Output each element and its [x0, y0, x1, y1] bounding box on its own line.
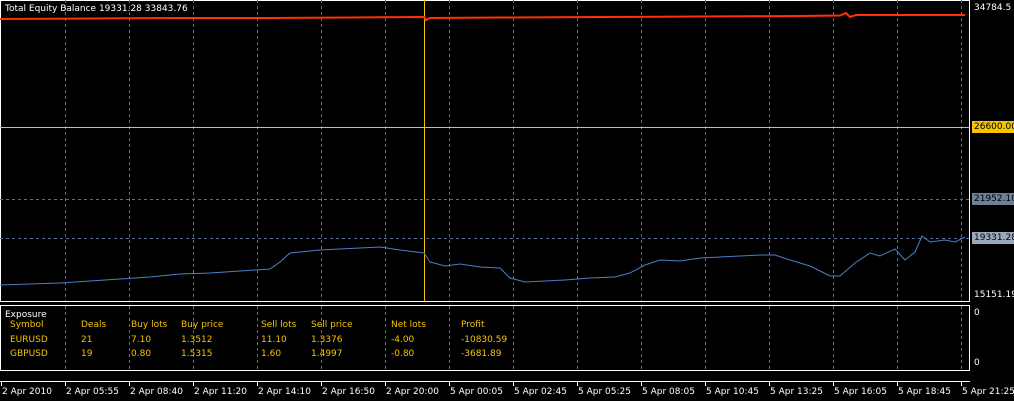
time-label: 2 Apr 05:55	[66, 387, 119, 397]
price-label-equity: 21952.10	[972, 193, 1014, 205]
exposure-row-1-col-1: 19	[81, 349, 93, 359]
equity-line	[0, 11, 965, 22]
exposure-row-0-col-2: 7.10	[131, 335, 152, 345]
time-label: 5 Apr 21:25	[962, 387, 1014, 397]
time-label: 5 Apr 16:05	[834, 387, 887, 397]
time-label: 2 Apr 14:10	[258, 387, 311, 397]
price-label-balance: 19331.28	[972, 232, 1014, 244]
exposure-row-1-col-6: -0.80	[391, 349, 415, 359]
time-label: 2 Apr 20:00	[386, 387, 439, 397]
exposure-header-col-0: Symbol	[10, 320, 44, 330]
time-label: 5 Apr 10:45	[706, 387, 759, 397]
time-label: 5 Apr 13:25	[770, 387, 823, 397]
time-label: 5 Apr 05:25	[578, 387, 631, 397]
exposure-row-1-col-4: 1.60	[261, 349, 282, 359]
exposure-row-1-col-3: 1.5315	[181, 349, 213, 359]
time-label: 5 Apr 08:05	[642, 387, 695, 397]
chart-title: Total Equity Balance 19331.28 33843.76	[5, 4, 188, 14]
time-label: 2 Apr 08:40	[130, 387, 183, 397]
exposure-title: Exposure	[5, 310, 47, 320]
exposure-row-0-col-3: 1.3512	[181, 335, 213, 345]
exposure-header-col-3: Buy price	[181, 320, 224, 330]
exposure-row-1-col-0: GBPUSD	[10, 349, 48, 359]
vertical-gridlines	[65, 0, 962, 370]
time-label: 5 Apr 00:05	[450, 387, 503, 397]
exposure-row-0-col-0: EURUSD	[10, 335, 48, 345]
exposure-scale-top: 0	[974, 308, 980, 318]
exposure-row-0-col-1: 21	[81, 335, 93, 345]
exposure-row-0-col-5: 1.3376	[311, 335, 343, 345]
exposure-row-1-col-7: -3681.89	[461, 349, 502, 359]
time-label: 5 Apr 02:45	[514, 387, 567, 397]
balance-line	[0, 235, 966, 286]
time-label: 2 Apr 11:20	[194, 387, 247, 397]
exposure-header-col-5: Sell price	[311, 320, 353, 330]
exposure-scale-bottom: 0	[974, 358, 980, 368]
exposure-header-col-6: Net lots	[391, 320, 426, 330]
exposure-header-col-7: Profit	[461, 320, 485, 330]
exposure-header-col-1: Deals	[81, 320, 107, 330]
exposure-row-1-col-2: 0.80	[131, 349, 152, 359]
exposure-row-0-col-6: -4.00	[391, 335, 415, 345]
exposure-header-col-2: Buy lots	[131, 320, 168, 330]
price-label-level-line: 26600.00	[972, 121, 1014, 133]
exposure-row-0-col-4: 11.10	[261, 335, 287, 345]
price-scale-bottom: 15151.19	[974, 290, 1014, 300]
price-scale-top: 34784.5	[974, 3, 1012, 13]
exposure-header-col-4: Sell lots	[261, 320, 297, 330]
exposure-row-0-col-7: -10830.59	[461, 335, 508, 345]
time-label: 2 Apr 2010	[2, 387, 52, 397]
exposure-row-1-col-5: 1.4997	[311, 349, 343, 359]
time-label: 2 Apr 16:50	[322, 387, 375, 397]
time-label: 5 Apr 18:45	[898, 387, 951, 397]
